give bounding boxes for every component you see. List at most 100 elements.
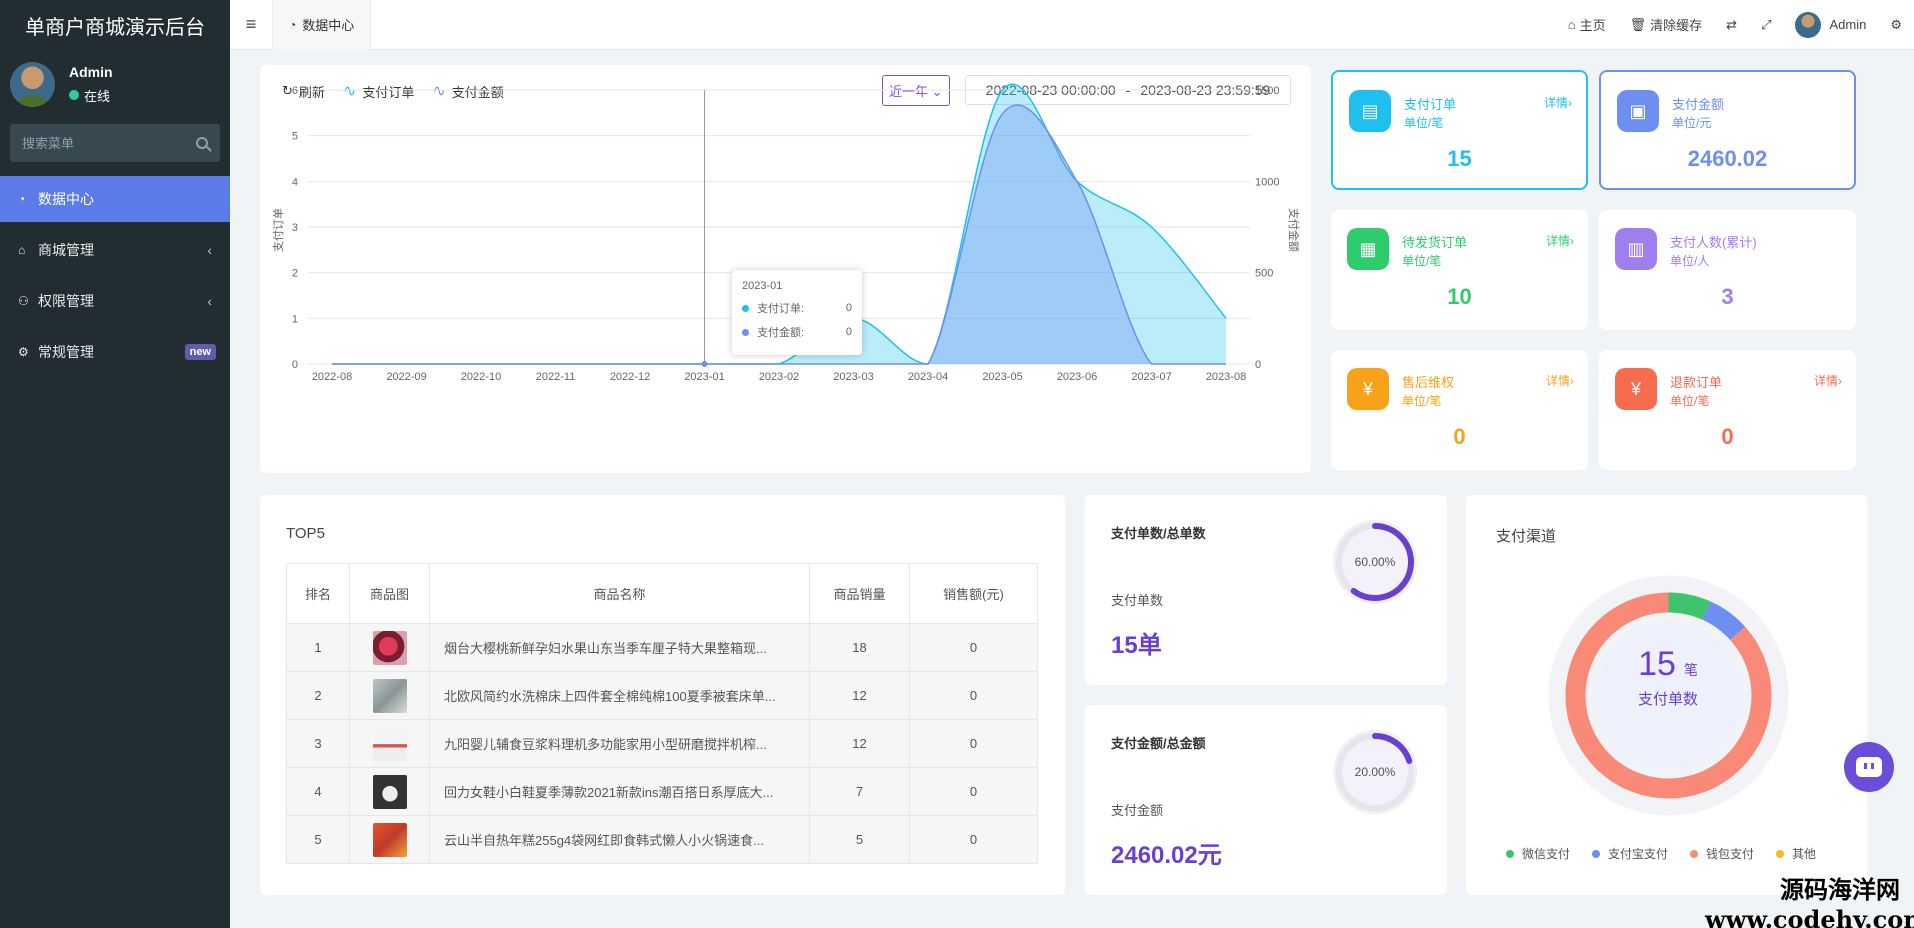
language-icon[interactable]: ⇄ (1726, 17, 1737, 33)
col-name: 商品名称 (429, 563, 810, 624)
chart-tooltip: 2023-01 支付订单: 0 支付金额: 0 (732, 270, 862, 355)
search-icon[interactable] (196, 137, 208, 149)
y2-tick-label: 1000 (1255, 176, 1279, 188)
top5-table: 排名 商品图 商品名称 商品销量 销售额(元) 1 烟台大樱桃新鲜孕妇水果山东当… (286, 563, 1038, 864)
col-image: 商品图 (349, 563, 430, 624)
top5-card: TOP5 排名 商品图 商品名称 商品销量 销售额(元) 1 烟台大樱桃新鲜孕妇… (260, 495, 1065, 895)
product-image[interactable] (372, 678, 407, 713)
fullscreen-icon[interactable]: ⤢ (1761, 17, 1771, 33)
clear-cache-button[interactable]: 🗑 清除缓存 (1630, 15, 1703, 34)
stat-unit: 单位/笔 (1402, 394, 1442, 408)
top-navbar: ≡ ◔ 数据中心 ⌂ 主页 🗑 清除缓存 ⇄ ⤢ Admin ⚙ (230, 0, 1914, 50)
stat-unit: 单位/笔 (1402, 254, 1442, 268)
table-row: 1 烟台大樱桃新鲜孕妇水果山东当季车厘子特大果整箱现... 18 0 (286, 623, 1038, 672)
table-row: 3 九阳婴儿辅食豆浆料理机多功能家用小型研磨搅拌机榨... 12 0 (286, 719, 1038, 768)
y2-tick-label: 500 (1255, 268, 1273, 280)
detail-link[interactable]: 详情› (1546, 372, 1574, 389)
stat-value: 3 (1721, 284, 1734, 309)
watermark-line2: www.codehy.com (1705, 905, 1914, 928)
col-rank: 排名 (286, 563, 350, 624)
document-icon: ▤ (1349, 90, 1391, 132)
table-row: 4 回力女鞋小白鞋夏季薄款2021新款ins潮百搭日系厚底大... 7 0 (286, 767, 1038, 816)
y-tick-label: 5 (292, 131, 298, 143)
product-name[interactable]: 云山半自热年糕255g4袋网红即食韩式懒人小火锅速食... (429, 815, 810, 864)
y-tick-label: 2 (292, 268, 298, 280)
product-image[interactable] (372, 774, 407, 809)
refund-yen-icon: ¥ (1615, 368, 1657, 410)
detail-link[interactable]: 详情› (1546, 232, 1574, 249)
sidebar-item-general[interactable]: ⚙ 常规管理 new (0, 329, 230, 375)
sales-cell: 18 (809, 623, 910, 672)
legend-alipay[interactable]: 支付宝支付 (1592, 845, 1668, 862)
x-tick-label: 2023-02 (759, 371, 799, 383)
ratio-title: 支付金额/总金额 (1111, 736, 1206, 751)
calendar-icon: ▦ (1347, 228, 1389, 270)
y-tick-label: 1 (292, 313, 298, 325)
stat-value: 0 (1721, 424, 1734, 449)
bar-chart-icon: ▥ (1615, 228, 1657, 270)
order-ratio-card: 支付单数/总单数 支付单数 15单 60.00% (1085, 495, 1447, 685)
x-tick-label: 2023-05 (982, 371, 1022, 383)
rank-cell: 2 (286, 671, 350, 720)
product-image[interactable] (372, 822, 407, 857)
x-tick-label: 2022-11 (536, 371, 576, 383)
ring-percent-label: 60.00% (1355, 555, 1396, 569)
menu-toggle-icon[interactable]: ≡ (230, 14, 272, 35)
menu-search (10, 124, 220, 162)
y-tick-label: 3 (292, 222, 298, 234)
product-name[interactable]: 北欧风简约水洗棉床上四件套全棉纯棉100夏季被套床单... (429, 671, 810, 720)
ring-percent-label: 20.00% (1355, 765, 1396, 779)
product-image[interactable] (372, 630, 407, 665)
sales-cell: 7 (809, 767, 910, 816)
stat-title: 退款订单 (1670, 375, 1723, 390)
tab-dashboard[interactable]: ◔ 数据中心 (272, 0, 372, 50)
detail-link[interactable]: 详情› (1814, 372, 1842, 389)
ratio-label: 支付金额 (1111, 803, 1164, 818)
user-name: Admin (69, 63, 113, 80)
stat-card: ¥ 退款订单单位/笔 详情› 0 (1599, 350, 1856, 470)
stat-card: ▤ 支付订单 单位/笔 详情› 15 (1331, 70, 1588, 190)
sidebar-item-mall[interactable]: ⌂ 商城管理 ‹ (0, 227, 230, 273)
stat-title: 支付人数(累计) (1670, 235, 1757, 250)
table-row: 5 云山半自热年糕255g4袋网红即食韩式懒人小火锅速食... 5 0 (286, 815, 1038, 864)
legend-wechat[interactable]: 微信支付 (1506, 845, 1570, 862)
sidebar-item-permissions[interactable]: ⚇ 权限管理 ‹ (0, 278, 230, 324)
menu-search-input[interactable] (22, 135, 182, 151)
product-name[interactable]: 回力女鞋小白鞋夏季薄款2021新款ins潮百搭日系厚底大... (429, 767, 810, 816)
x-tick-label: 2023-01 (684, 371, 724, 383)
sidebar-item-dashboard[interactable]: ◔ 数据中心 (0, 176, 230, 222)
amount-cell: 0 (909, 719, 1038, 768)
app-title[interactable]: 单商户商城演示后台 (0, 0, 230, 50)
chat-icon (1856, 757, 1882, 777)
dashboard-icon: ◔ (18, 192, 26, 206)
x-tick-label: 2023-08 (1206, 371, 1246, 383)
amount-ratio-ring: 20.00% (1333, 730, 1417, 814)
watermark-line1: 源码海洋网 (1780, 877, 1900, 904)
stat-unit: 单位/笔 (1670, 394, 1710, 408)
rank-cell: 5 (286, 815, 350, 864)
product-name[interactable]: 九阳婴儿辅食豆浆料理机多功能家用小型研磨搅拌机榨... (429, 719, 810, 768)
legend-other[interactable]: 其他 (1776, 845, 1816, 862)
trash-icon: 🗑 (1629, 16, 1647, 32)
ratio-value: 15单 (1111, 632, 1162, 659)
y-tick-label: 4 (292, 176, 298, 188)
product-name[interactable]: 烟台大樱桃新鲜孕妇水果山东当季车厘子特大果整箱现... (429, 623, 810, 672)
product-image[interactable] (372, 726, 407, 761)
amount-ratio-card: 支付金额/总金额 支付金额 2460.02元 20.00% (1085, 705, 1447, 895)
stat-unit: 单位/人 (1670, 254, 1710, 268)
user-panel: Admin 在线 (0, 50, 230, 118)
stat-card: ▥ 支付人数(累计) 单位/人 3 (1599, 210, 1856, 330)
x-tick-label: 2023-07 (1131, 371, 1171, 383)
y2-tick-label: 1500 (1255, 85, 1279, 97)
y-tick-label: 0 (292, 359, 298, 371)
detail-link[interactable]: 详情› (1544, 94, 1572, 111)
settings-gear-icon[interactable]: ⚙ (1890, 17, 1902, 33)
admin-menu[interactable]: Admin (1795, 11, 1866, 38)
x-tick-label: 2023-06 (1057, 371, 1097, 383)
legend-wallet[interactable]: 钱包支付 (1690, 845, 1754, 862)
users-icon: ⚇ (18, 294, 29, 308)
pay-channel-card: 支付渠道 15 笔 支付单数 微信支付 支付宝支付 钱包支付 其他 (1466, 495, 1867, 895)
tooltip-title: 2023-01 (742, 280, 783, 292)
chat-button[interactable] (1844, 742, 1894, 792)
home-link[interactable]: ⌂ 主页 (1568, 15, 1606, 34)
